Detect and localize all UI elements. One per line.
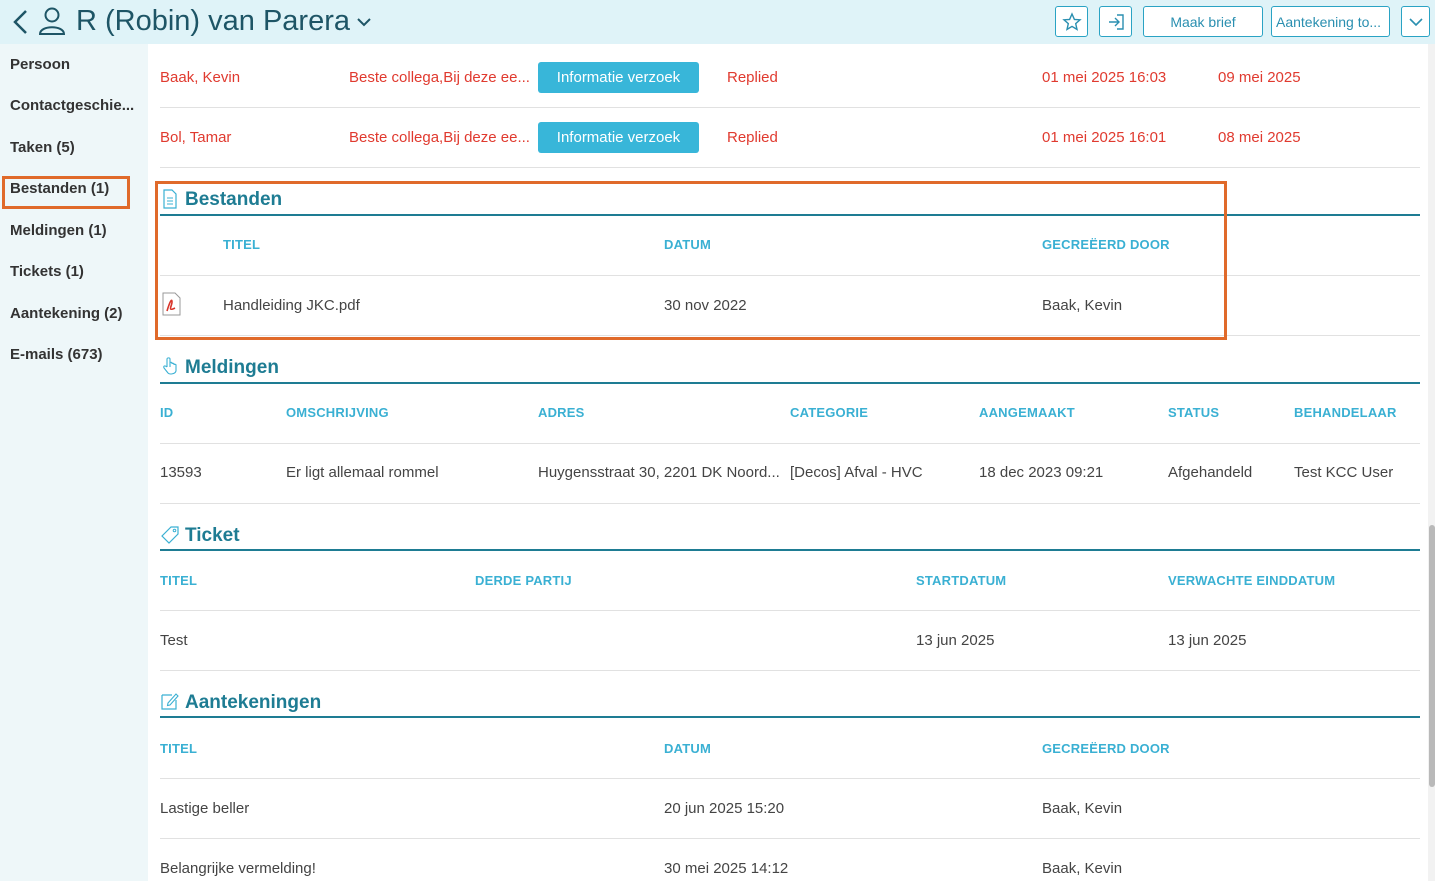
sidebar-item-taken[interactable]: Taken (5): [10, 139, 140, 156]
section-divider: [160, 716, 1420, 718]
task-status: Replied: [727, 69, 778, 86]
sidebar-item-persoon[interactable]: Persoon: [10, 56, 140, 73]
melding-aangemaakt: 18 dec 2023 09:21: [979, 464, 1104, 481]
melding-adres: Huygensstraat 30, 2201 DK Noord...: [538, 464, 780, 481]
row-divider: [160, 335, 1420, 336]
note-creator: Baak, Kevin: [1042, 860, 1123, 877]
melding-omschrijving: Er ligt allemaal rommel: [286, 464, 439, 481]
sidebar-item-contactgeschiedenis[interactable]: Contactgeschie...: [10, 97, 140, 114]
section-divider: [160, 549, 1420, 551]
task-type-badge[interactable]: Informatie verzoek: [538, 62, 699, 93]
sidebar-item-meldingen[interactable]: Meldingen (1): [10, 222, 140, 239]
ticket-title[interactable]: Test: [160, 631, 188, 651]
task-message[interactable]: Beste collega,Bij deze ee...: [349, 128, 532, 148]
task-due: 08 mei 2025: [1218, 129, 1301, 146]
note-date: 20 jun 2025 15:20: [664, 800, 785, 817]
row-divider: [160, 503, 1420, 504]
column-header-adres[interactable]: ADRES: [538, 405, 585, 420]
bestanden-highlight-box: [155, 181, 1227, 340]
document-icon: [163, 189, 177, 209]
column-header-verwachte-einddatum[interactable]: VERWACHTE EINDDATUM: [1168, 573, 1335, 588]
task-due: 09 mei 2025: [1218, 69, 1301, 86]
row-divider: [160, 610, 1420, 611]
melding-id[interactable]: 13593: [160, 463, 202, 483]
task-created: 01 mei 2025 16:03: [1042, 69, 1167, 86]
back-arrow-icon[interactable]: [10, 9, 32, 35]
file-creator: Baak, Kevin: [1042, 297, 1123, 314]
task-status: Replied: [727, 129, 778, 146]
column-header-categorie[interactable]: CATEGORIE: [790, 405, 868, 420]
melding-status: Afgehandeld: [1168, 464, 1253, 481]
top-header: R (Robin) van Parera Maak brief Aanteken…: [0, 0, 1435, 44]
column-header-gecreeerd-door[interactable]: GECREËERD DOOR: [1042, 741, 1170, 756]
ticket-icon: [161, 526, 179, 544]
edit-note-icon: [161, 693, 179, 710]
row-divider: [160, 167, 1420, 168]
file-title[interactable]: Handleiding JKC.pdf: [223, 296, 360, 316]
melding-behandelaar: Test KCC User: [1294, 464, 1394, 481]
pdf-file-icon: [162, 292, 181, 316]
person-icon: [38, 7, 66, 35]
sidebar-item-bestanden[interactable]: Bestanden (1): [10, 180, 140, 197]
sign-in-icon: [1108, 13, 1124, 30]
section-title-aantekeningen: Aantekeningen: [185, 692, 322, 713]
column-header-titel[interactable]: TITEL: [160, 741, 197, 756]
column-header-startdatum[interactable]: STARTDATUM: [916, 573, 1006, 588]
row-divider: [160, 670, 1420, 671]
favorite-button[interactable]: [1055, 6, 1088, 37]
task-created: 01 mei 2025 16:01: [1042, 129, 1167, 146]
chevron-down-icon[interactable]: [355, 13, 373, 31]
row-divider: [160, 107, 1420, 108]
melding-categorie: [Decos] Afval - HVC: [790, 464, 923, 481]
row-divider: [160, 443, 1420, 444]
page-title: R (Robin) van Parera: [76, 5, 350, 37]
hand-pointer-icon: [163, 357, 177, 375]
column-header-titel[interactable]: TITEL: [223, 237, 260, 252]
column-header-id[interactable]: ID: [160, 405, 173, 420]
task-name[interactable]: Bol, Tamar: [160, 128, 231, 148]
column-header-titel[interactable]: TITEL: [160, 573, 197, 588]
column-header-aangemaakt[interactable]: AANGEMAAKT: [979, 405, 1075, 420]
scrollbar-thumb[interactable]: [1429, 525, 1435, 787]
task-message[interactable]: Beste collega,Bij deze ee...: [349, 68, 532, 88]
note-title[interactable]: Lastige beller: [160, 799, 249, 819]
section-divider: [160, 382, 1420, 384]
ticket-startdatum: 13 jun 2025: [916, 632, 995, 649]
column-header-gecreeerd-door[interactable]: GECREËERD DOOR: [1042, 237, 1170, 252]
section-title-ticket: Ticket: [185, 525, 240, 546]
sidebar-item-tickets[interactable]: Tickets (1): [10, 263, 140, 280]
section-divider: [160, 214, 1420, 216]
column-header-datum[interactable]: DATUM: [664, 741, 711, 756]
note-title[interactable]: Belangrijke vermelding!: [160, 859, 316, 879]
note-creator: Baak, Kevin: [1042, 800, 1123, 817]
sidebar-item-aantekening[interactable]: Aantekening (2): [10, 305, 140, 322]
section-title-bestanden: Bestanden: [185, 189, 283, 210]
note-date: 30 mei 2025 14:12: [664, 860, 789, 877]
row-divider: [160, 778, 1420, 779]
file-date: 30 nov 2022: [664, 297, 747, 314]
task-name[interactable]: Baak, Kevin: [160, 68, 240, 88]
row-divider: [160, 275, 1420, 276]
section-title-meldingen: Meldingen: [185, 357, 279, 378]
column-header-behandelaar[interactable]: BEHANDELAAR: [1294, 405, 1397, 420]
column-header-status[interactable]: STATUS: [1168, 405, 1219, 420]
maak-brief-button[interactable]: Maak brief: [1143, 6, 1263, 37]
export-button[interactable]: [1099, 6, 1132, 37]
ticket-einddatum: 13 jun 2025: [1168, 632, 1247, 649]
column-header-datum[interactable]: DATUM: [664, 237, 711, 252]
column-header-omschrijving[interactable]: OMSCHRIJVING: [286, 405, 389, 420]
sidebar-item-emails[interactable]: E-mails (673): [10, 346, 140, 363]
row-divider: [160, 838, 1420, 839]
task-type-badge[interactable]: Informatie verzoek: [538, 122, 699, 153]
sidebar: [0, 44, 148, 881]
star-icon: [1061, 11, 1082, 31]
more-options-button[interactable]: [1401, 6, 1430, 37]
aantekening-button[interactable]: Aantekening to...: [1271, 6, 1390, 37]
chevron-down-icon: [1408, 17, 1423, 26]
column-header-derde-partij[interactable]: DERDE PARTIJ: [475, 573, 572, 588]
